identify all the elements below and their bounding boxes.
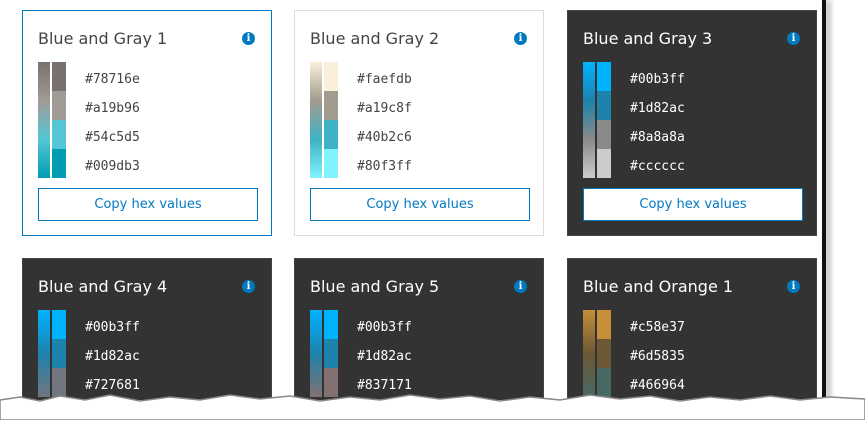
- color-swatches: [52, 62, 66, 178]
- copy-hex-button[interactable]: Copy hex values: [38, 188, 258, 221]
- palette-card[interactable]: Blue and Gray 3 i #00b3ff #1d82ac #8a8a8a #…: [567, 10, 817, 236]
- color-swatches: [324, 310, 338, 397]
- hex-value: #1d82ac: [85, 349, 140, 364]
- hex-value: #c58e37: [630, 320, 685, 335]
- gradient-swatch: [310, 62, 322, 178]
- color-swatch: [52, 91, 66, 120]
- color-swatch: [597, 120, 611, 149]
- torn-edge: [0, 394, 865, 420]
- palette-title: Blue and Gray 4: [38, 277, 168, 296]
- hex-value: #1d82ac: [357, 349, 412, 364]
- hex-value: #1d82ac: [630, 101, 685, 116]
- hex-value: #78716e: [85, 72, 140, 87]
- info-icon[interactable]: i: [242, 32, 255, 45]
- color-swatch: [324, 310, 338, 339]
- hex-value: #faefdb: [357, 72, 412, 87]
- hex-value: #54c5d5: [85, 130, 140, 145]
- hex-value: #00b3ff: [85, 320, 140, 335]
- color-swatch: [324, 339, 338, 368]
- hex-value: #cccccc: [630, 159, 685, 174]
- palette-title: Blue and Gray 3: [583, 29, 713, 48]
- color-swatch: [52, 310, 66, 339]
- color-swatch: [597, 149, 611, 178]
- hex-value: #837171: [357, 378, 412, 393]
- palette-card[interactable]: Blue and Orange 1 i #c58e37 #6d5835 #46696…: [567, 258, 817, 400]
- color-swatch: [597, 310, 611, 339]
- hex-value: #00b3ff: [357, 320, 412, 335]
- hex-value: #a19b96: [85, 101, 140, 116]
- palette-gallery: Blue and Gray 1 i #78716e #a19b96 #54c5d5 #…: [0, 0, 824, 400]
- gradient-swatch: [38, 310, 50, 397]
- gradient-swatch: [583, 310, 595, 397]
- gradient-swatch: [38, 62, 50, 178]
- gradient-swatch: [583, 62, 595, 178]
- color-swatch: [52, 62, 66, 91]
- hex-value: #8a8a8a: [630, 130, 685, 145]
- color-swatch: [324, 149, 338, 178]
- color-swatch: [324, 62, 338, 91]
- color-swatch: [324, 120, 338, 149]
- color-swatch: [597, 62, 611, 91]
- info-icon[interactable]: i: [242, 280, 255, 293]
- color-swatches: [597, 62, 611, 178]
- color-swatch: [52, 339, 66, 368]
- hex-value: #009db3: [85, 159, 140, 174]
- gradient-swatch: [310, 310, 322, 397]
- palette-card[interactable]: Blue and Gray 5 i #00b3ff #1d82ac #837171: [294, 258, 544, 400]
- hex-value: #00b3ff: [630, 72, 685, 87]
- color-swatch: [597, 91, 611, 120]
- palette-title: Blue and Gray 5: [310, 277, 440, 296]
- color-swatch: [52, 149, 66, 178]
- palette-title: Blue and Gray 1: [38, 29, 168, 48]
- palette-card[interactable]: Blue and Gray 2 i #faefdb #a19c8f #40b2c6 #…: [294, 10, 544, 236]
- copy-hex-button[interactable]: Copy hex values: [310, 188, 530, 221]
- info-icon[interactable]: i: [514, 280, 527, 293]
- info-icon[interactable]: i: [787, 32, 800, 45]
- window-edge: [822, 0, 826, 400]
- color-swatches: [52, 310, 66, 397]
- hex-value: #80f3ff: [357, 159, 412, 174]
- hex-value: #466964: [630, 378, 685, 393]
- hex-value: #6d5835: [630, 349, 685, 364]
- hex-value: #a19c8f: [357, 101, 412, 116]
- color-swatch: [597, 339, 611, 368]
- copy-hex-button[interactable]: Copy hex values: [583, 188, 803, 221]
- color-swatches: [597, 310, 611, 397]
- color-swatches: [324, 62, 338, 178]
- info-icon[interactable]: i: [787, 280, 800, 293]
- hex-value: #40b2c6: [357, 130, 412, 145]
- palette-card[interactable]: Blue and Gray 4 i #00b3ff #1d82ac #727681: [22, 258, 272, 400]
- info-icon[interactable]: i: [514, 32, 527, 45]
- palette-title: Blue and Orange 1: [583, 277, 734, 296]
- color-swatch: [324, 91, 338, 120]
- color-swatch: [52, 120, 66, 149]
- palette-title: Blue and Gray 2: [310, 29, 440, 48]
- hex-value: #727681: [85, 378, 140, 393]
- palette-card[interactable]: Blue and Gray 1 i #78716e #a19b96 #54c5d5 #…: [22, 10, 272, 236]
